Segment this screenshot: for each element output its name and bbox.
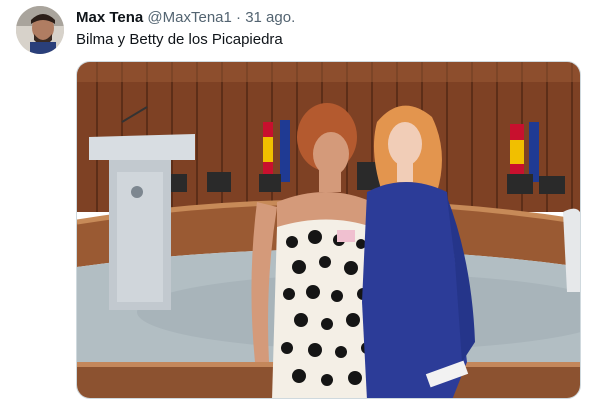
tweet-header: Max Tena @MaxTena1 · 31 ago.	[76, 8, 295, 27]
tweet-timestamp[interactable]: 31 ago.	[245, 9, 295, 26]
author-handle[interactable]: @MaxTena1	[147, 9, 231, 26]
header-separator: ·	[236, 9, 242, 26]
author-avatar[interactable]	[16, 6, 64, 54]
tweet-photo[interactable]	[76, 61, 581, 399]
tweet-text: Bilma y Betty de los Picapiedra	[76, 31, 283, 48]
tweet-card[interactable]: Max Tena @MaxTena1 · 31 ago. Bilma y Bet…	[0, 0, 598, 409]
author-name[interactable]: Max Tena	[76, 9, 143, 26]
